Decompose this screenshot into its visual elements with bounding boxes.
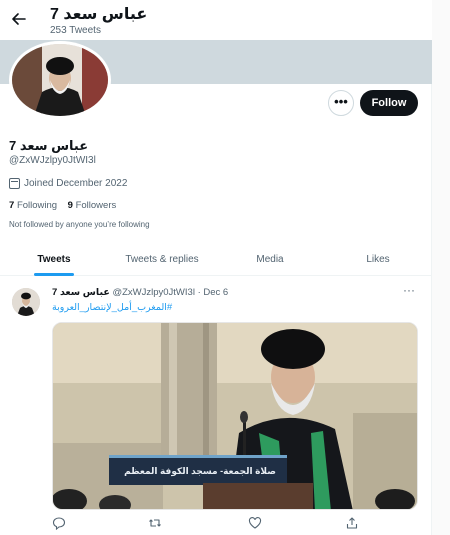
- tab-media[interactable]: Media: [216, 246, 324, 275]
- profile-avatar[interactable]: [9, 41, 111, 119]
- heart-icon[interactable]: [248, 516, 262, 533]
- page-gutter: [432, 0, 450, 535]
- retweet-icon[interactable]: [148, 516, 162, 533]
- tab-likes[interactable]: Likes: [324, 246, 432, 275]
- ellipsis-icon: •••: [334, 94, 348, 109]
- tweet-date[interactable]: · Dec 6: [198, 287, 229, 298]
- more-options-button[interactable]: •••: [328, 90, 354, 116]
- tweet-author-avatar[interactable]: [12, 288, 40, 316]
- header-title: 7 عباس سعد: [50, 6, 148, 23]
- not-followed-note: Not followed by anyone you’re following: [9, 220, 150, 229]
- followers-count: 9: [67, 200, 73, 211]
- following-link[interactable]: 7 Following: [9, 200, 57, 211]
- profile-handle: @ZxWJzlpy0JtWI3l: [9, 155, 96, 166]
- profile-page: 7 عباس سعد 253 Tweets ••• Follow 7 عباس …: [0, 0, 432, 535]
- reply-icon[interactable]: [52, 516, 66, 533]
- tab-label: Tweets: [37, 254, 71, 265]
- arrow-left-icon[interactable]: [10, 10, 28, 28]
- tweet-media-image[interactable]: صلاة الجمعة- مسجد الكوفة المعظم: [52, 322, 418, 510]
- tab-label: Likes: [366, 254, 390, 265]
- tab-tweets-replies[interactable]: Tweets & replies: [108, 246, 216, 275]
- profile-tabs: Tweets Tweets & replies Media Likes: [0, 246, 432, 276]
- tab-tweets[interactable]: Tweets: [0, 246, 108, 276]
- joined-text: Joined December 2022: [24, 178, 128, 189]
- tweet-header: 7 عباس سعد @ZxWJzlpy0JtWI3l · Dec 6: [52, 287, 228, 298]
- follow-counts: 7 Following 9 Followers: [9, 200, 116, 211]
- tweet-more-icon[interactable]: ···: [403, 283, 415, 297]
- tweet-hashtag[interactable]: #المغرب_أمل_لإنتصار_العروبة: [52, 302, 172, 313]
- tab-label: Tweets & replies: [125, 254, 199, 265]
- avatar-photo: [12, 44, 108, 116]
- tab-label: Media: [256, 254, 284, 265]
- tweet-author-handle[interactable]: @ZxWJzlpy0JtWI3l: [112, 287, 194, 298]
- follow-button[interactable]: Follow: [360, 90, 418, 116]
- tweet-actions: [52, 516, 412, 533]
- media-caption: صلاة الجمعة- مسجد الكوفة المعظم: [124, 466, 276, 476]
- calendar-icon: [9, 178, 20, 189]
- tweet-count: 253 Tweets: [50, 25, 101, 36]
- followers-label: Followers: [75, 200, 117, 211]
- active-tab-indicator: [34, 273, 74, 276]
- following-count: 7: [9, 200, 15, 211]
- share-icon[interactable]: [345, 516, 359, 533]
- profile-name: 7 عباس سعد: [9, 138, 89, 153]
- tweet-author-name[interactable]: 7 عباس سعد: [52, 287, 110, 298]
- profile-header: 7 عباس سعد 253 Tweets: [0, 0, 432, 40]
- following-label: Following: [16, 200, 58, 211]
- joined-date: Joined December 2022: [9, 178, 127, 189]
- followers-link[interactable]: 9 Followers: [68, 200, 117, 211]
